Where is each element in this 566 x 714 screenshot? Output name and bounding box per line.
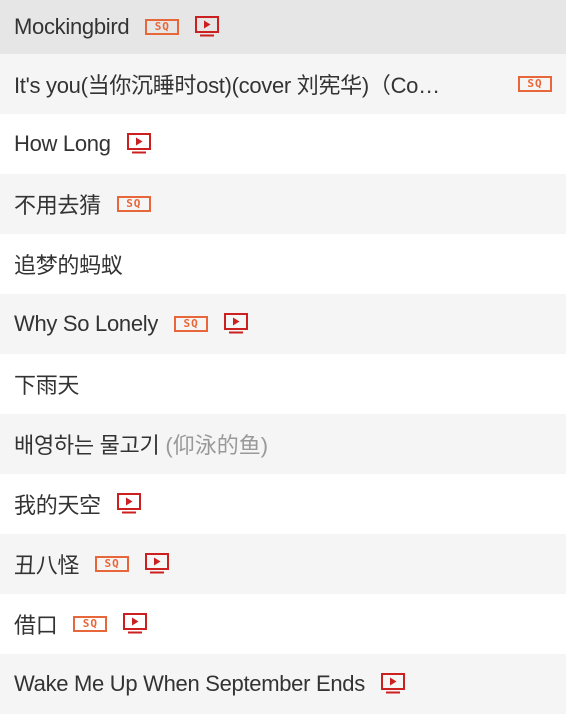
- mv-play-icon[interactable]: [123, 613, 148, 635]
- song-row[interactable]: 배영하는 물고기 (仰泳的鱼): [0, 414, 566, 474]
- sq-quality-badge: SQ: [73, 616, 108, 632]
- song-title: 下雨天: [14, 373, 80, 398]
- mv-play-icon[interactable]: [116, 493, 141, 515]
- song-row[interactable]: 下雨天: [0, 354, 566, 414]
- song-title: 借口: [14, 613, 58, 638]
- sq-quality-badge: SQ: [95, 556, 130, 572]
- sq-quality-badge: SQ: [174, 316, 209, 332]
- mv-play-icon[interactable]: [126, 133, 151, 155]
- song-title: Wake Me Up When September Ends: [14, 671, 365, 696]
- song-row[interactable]: It's you(当你沉睡时ost)(cover 刘宪华)（Co… SQ: [0, 54, 566, 114]
- mv-play-icon[interactable]: [224, 313, 249, 335]
- mv-play-icon[interactable]: [195, 16, 220, 38]
- song-alias: (仰泳的鱼): [165, 433, 269, 458]
- song-title: How Long: [14, 131, 111, 156]
- song-title: Mockingbird: [14, 14, 130, 39]
- sq-quality-badge: SQ: [518, 76, 552, 92]
- mv-play-icon[interactable]: [145, 553, 170, 575]
- song-row[interactable]: How Long: [0, 114, 566, 174]
- song-title: 배영하는 물고기: [14, 433, 160, 458]
- song-row[interactable]: Wake Me Up When September Ends: [0, 654, 566, 714]
- song-row[interactable]: 不用去猜 SQ: [0, 174, 566, 234]
- song-title: 丑八怪: [14, 553, 80, 578]
- mv-play-icon[interactable]: [380, 673, 405, 695]
- song-row[interactable]: 丑八怪 SQ: [0, 534, 566, 594]
- sq-quality-badge: SQ: [145, 19, 180, 35]
- song-row[interactable]: 追梦的蚂蚁: [0, 234, 566, 294]
- sq-quality-badge: SQ: [116, 196, 151, 212]
- song-row[interactable]: 借口 SQ: [0, 594, 566, 654]
- song-row[interactable]: Why So Lonely SQ: [0, 294, 566, 354]
- song-title: It's you(当你沉睡时ost)(cover 刘宪华)（Co…: [14, 73, 440, 98]
- song-title: 我的天空: [14, 493, 101, 518]
- song-row[interactable]: Mockingbird SQ: [0, 0, 566, 54]
- song-title: 不用去猜: [14, 193, 101, 218]
- song-title: Why So Lonely: [14, 311, 159, 336]
- song-list: Mockingbird SQ It's you(当你沉睡时ost)(cover 刘宪…: [0, 0, 566, 714]
- song-title: 追梦的蚂蚁: [14, 253, 123, 278]
- song-row[interactable]: 我的天空: [0, 474, 566, 534]
